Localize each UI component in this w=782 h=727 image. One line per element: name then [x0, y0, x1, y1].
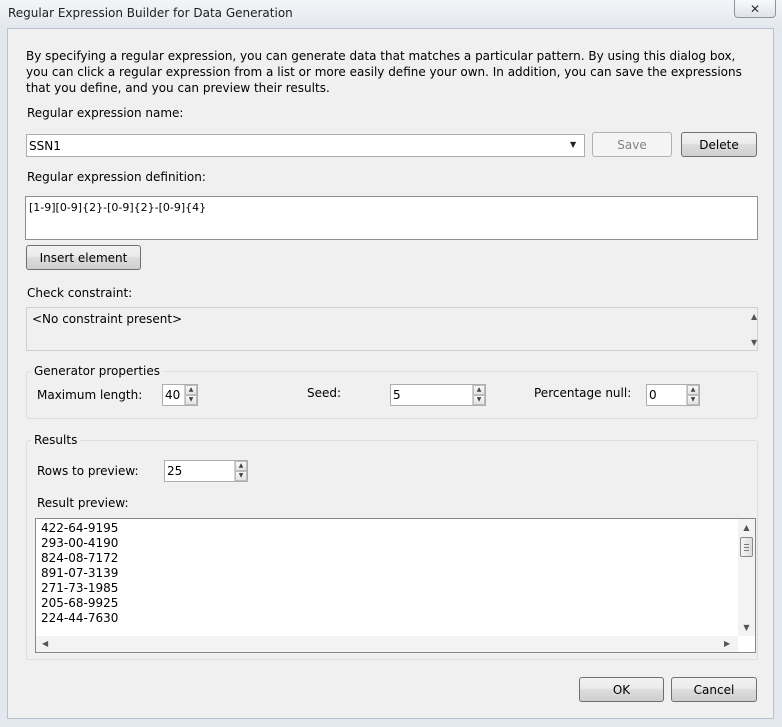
- cancel-button[interactable]: Cancel: [671, 677, 757, 702]
- check-constraint-value: <No constraint present>: [32, 312, 183, 326]
- seed-value: 5: [393, 388, 401, 402]
- scroll-up-icon[interactable]: ▲: [743, 523, 749, 533]
- generator-properties-title: Generator properties: [31, 364, 163, 378]
- window-frame-left: [0, 28, 7, 727]
- rows-to-preview-spinner[interactable]: 25 ▲ ▼: [164, 460, 248, 482]
- check-constraint-label: Check constraint:: [27, 286, 133, 300]
- spin-up-icon[interactable]: ▲: [185, 385, 197, 395]
- max-length-label: Maximum length:: [37, 388, 143, 402]
- ok-button[interactable]: OK: [579, 677, 664, 702]
- window-title: Regular Expression Builder for Data Gene…: [8, 6, 293, 20]
- regex-name-label: Regular expression name:: [27, 106, 184, 120]
- scroll-right-icon[interactable]: ▶: [724, 639, 730, 649]
- spin-down-icon[interactable]: ▼: [235, 471, 247, 481]
- seed-spinner[interactable]: 5 ▲ ▼: [390, 384, 486, 406]
- regex-name-value: SSN1: [29, 139, 61, 153]
- list-item: 422-64-9195: [41, 521, 119, 535]
- delete-button[interactable]: Delete: [681, 132, 757, 157]
- close-button[interactable]: ✕: [734, 0, 776, 18]
- window-frame-bottom: [0, 719, 782, 727]
- regex-definition-label: Regular expression definition:: [27, 170, 206, 184]
- list-item: 224-44-7630: [41, 611, 119, 625]
- intro-text: By specifying a regular expression, you …: [26, 49, 742, 95]
- insert-element-button[interactable]: Insert element: [26, 245, 141, 270]
- list-item: 205-68-9925: [41, 596, 119, 610]
- vertical-scrollbar[interactable]: ▲ ▼: [738, 519, 755, 636]
- rows-to-preview-label: Rows to preview:: [37, 464, 139, 478]
- spin-up-icon[interactable]: ▲: [473, 385, 485, 395]
- scroll-thumb[interactable]: [740, 537, 753, 557]
- max-length-spinner[interactable]: 40 ▲ ▼: [162, 384, 198, 406]
- spin-down-icon[interactable]: ▼: [185, 395, 197, 405]
- regex-definition-value: [1-9][0-9]{2}-[0-9]{2}-[0-9]{4}: [29, 201, 207, 214]
- scroll-up-icon[interactable]: ▲: [751, 312, 757, 322]
- close-icon: ✕: [749, 1, 761, 16]
- spin-down-icon[interactable]: ▼: [473, 395, 485, 405]
- list-item: 293-00-4190: [41, 536, 119, 550]
- save-button[interactable]: Save: [592, 132, 672, 157]
- max-length-value: 40: [165, 388, 181, 402]
- regex-definition-textbox[interactable]: [1-9][0-9]{2}-[0-9]{2}-[0-9]{4}: [25, 196, 758, 240]
- list-item: 891-07-3139: [41, 566, 119, 580]
- result-preview-label: Result preview:: [37, 496, 129, 510]
- percentage-null-spinner[interactable]: 0 ▲ ▼: [646, 384, 700, 406]
- check-constraint-box[interactable]: <No constraint present> ▲ ▼: [26, 307, 758, 351]
- horizontal-scrollbar[interactable]: ◀ ▶: [36, 636, 738, 652]
- regex-name-combobox[interactable]: SSN1 ▼: [26, 134, 585, 157]
- scroll-left-icon[interactable]: ◀: [42, 639, 48, 649]
- list-item: 824-08-7172: [41, 551, 119, 565]
- results-title: Results: [31, 433, 81, 447]
- chevron-down-icon[interactable]: ▼: [570, 140, 576, 149]
- spin-down-icon[interactable]: ▼: [687, 395, 699, 405]
- rows-to-preview-value: 25: [167, 464, 183, 478]
- percentage-null-label: Percentage null:: [534, 386, 632, 400]
- result-preview-lines: 422-64-9195 293-00-4190 824-08-7172 891-…: [41, 521, 731, 626]
- seed-label: Seed:: [307, 386, 342, 400]
- spin-up-icon[interactable]: ▲: [687, 385, 699, 395]
- list-item: 271-73-1985: [41, 581, 119, 595]
- scroll-down-icon[interactable]: ▼: [751, 338, 757, 348]
- spin-up-icon[interactable]: ▲: [235, 461, 247, 471]
- result-preview-list[interactable]: 422-64-9195 293-00-4190 824-08-7172 891-…: [35, 518, 756, 653]
- percentage-null-value: 0: [649, 388, 657, 402]
- scroll-down-icon[interactable]: ▼: [743, 623, 749, 633]
- window-frame-right: [774, 28, 782, 727]
